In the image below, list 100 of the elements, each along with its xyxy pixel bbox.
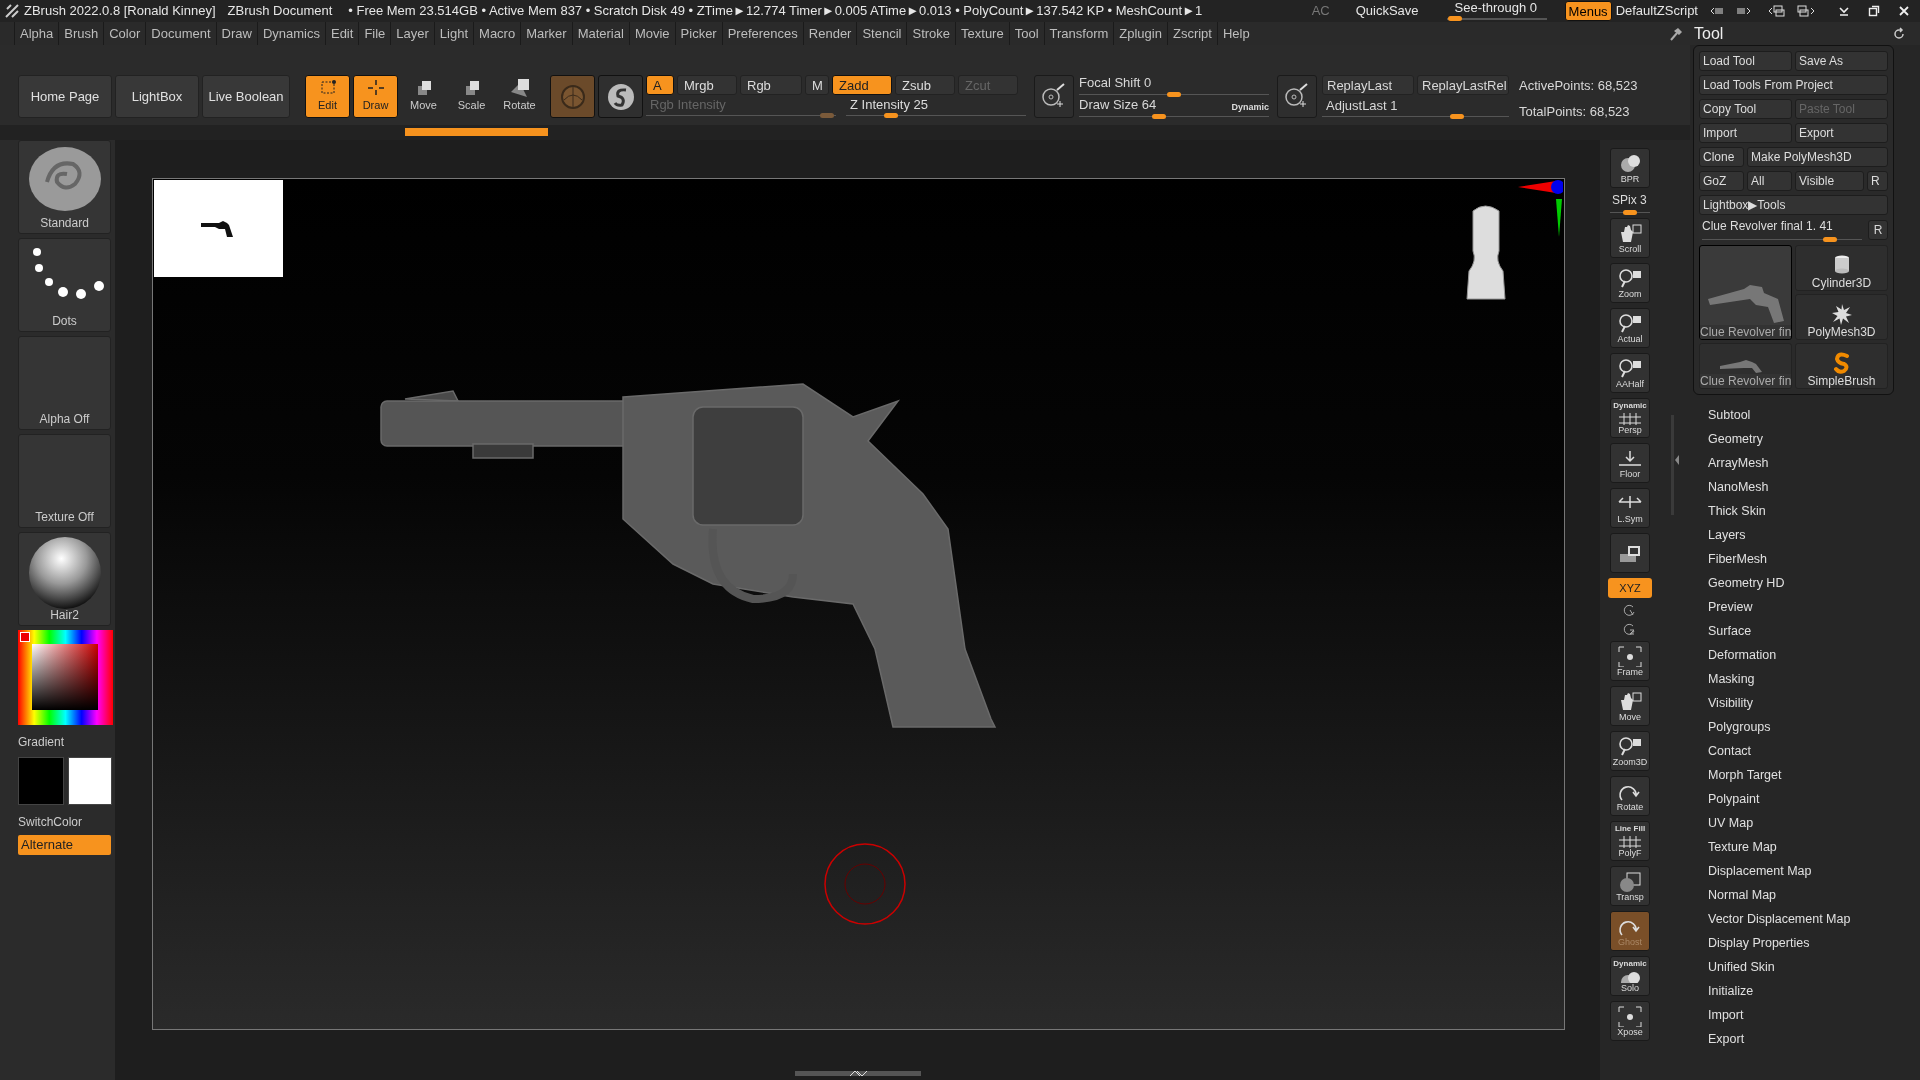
section-header[interactable]: Deformation [1708,643,1920,667]
replay-button[interactable]: ReplayLastRel [1417,75,1509,95]
view-button[interactable]: Zoom [1610,263,1650,303]
view-button[interactable]: Frame [1610,641,1650,681]
toggle-button[interactable]: Zadd [832,75,892,95]
nav-button[interactable]: LightBox [115,75,199,118]
tool-button[interactable]: Save As [1795,51,1888,71]
see-through-slider[interactable]: See-through 0 [1446,1,1547,21]
secondary-color-swatch[interactable] [68,757,112,805]
tool-button[interactable]: Clone [1699,147,1744,167]
section-header[interactable]: Layers [1708,523,1920,547]
toggle-button[interactable]: M [805,75,829,95]
adjust-slider[interactable]: AdjustLast 1 [1322,97,1509,119]
slider-thumb[interactable] [1449,114,1464,119]
view-button[interactable]: L.Sym [1610,488,1650,528]
view-button[interactable]: Move [1610,686,1650,726]
replay-button[interactable]: ReplayLast [1322,75,1414,95]
section-header[interactable]: Import [1708,1003,1920,1027]
slider-thumb[interactable] [1823,237,1837,242]
intensity-slider[interactable]: Z Intensity 25 [846,98,1026,118]
view-button[interactable]: BPR [1610,148,1650,188]
brush-slider[interactable]: Draw Size 64 Dynamic [1079,97,1269,119]
view-button[interactable]: Actual [1610,308,1650,348]
section-header[interactable]: Export [1708,1027,1920,1051]
material-button[interactable] [598,75,643,118]
slider-thumb[interactable] [884,113,898,118]
section-header[interactable]: UV Map [1708,811,1920,835]
tool-button[interactable]: All [1747,171,1792,191]
view-button[interactable]: Line Fill PolyF [1610,821,1650,861]
primary-color-swatch[interactable] [18,757,64,805]
brush-button[interactable] [1034,75,1074,118]
tool-thumbnail[interactable]: SimpleBrush [1795,343,1888,389]
view-button[interactable]: Zoom3D [1610,731,1650,771]
spix-slider[interactable]: SPix 3 [1610,193,1650,213]
section-header[interactable]: Displacement Map [1708,859,1920,883]
tool-thumbnail[interactable]: Cylinder3D [1795,245,1888,291]
section-header[interactable]: Subtool [1708,403,1920,427]
viewport-canvas[interactable] [152,178,1565,1030]
palette-tile[interactable]: Alpha Off [18,336,111,430]
section-header[interactable]: Unified Skin [1708,955,1920,979]
view-button[interactable]: Rotate [1610,776,1650,816]
section-header[interactable]: Visibility [1708,691,1920,715]
section-header[interactable]: Surface [1708,619,1920,643]
tool-button[interactable]: Load Tool [1699,51,1792,71]
alternate-button[interactable]: Alternate [18,835,111,855]
view-button[interactable]: Dynamic Solo [1610,956,1650,996]
view-button[interactable]: AAHalf [1610,353,1650,393]
subtool-slider[interactable]: Clue Revolver final 1. 41 [1699,219,1865,241]
toggle-button[interactable]: Zsub [895,75,955,95]
tool-button[interactable]: Import [1699,123,1792,143]
menus-button[interactable]: Menus [1564,1,1612,21]
view-button[interactable]: Scroll [1610,218,1650,258]
toggle-button[interactable]: Mrgb [677,75,737,95]
section-header[interactable]: Normal Map [1708,883,1920,907]
section-header[interactable]: NanoMesh [1708,475,1920,499]
toggle-button[interactable]: A [646,75,674,95]
mode-button[interactable]: Draw [353,75,398,118]
tool-button[interactable]: Make PolyMesh3D [1747,147,1888,167]
palette-tile[interactable]: Texture Off [18,434,111,528]
nav-button[interactable]: Home Page [18,75,112,118]
palette-tile[interactable]: Hair2 [18,532,111,626]
mode-button[interactable]: Edit [305,75,350,118]
section-header[interactable]: Initialize [1708,979,1920,1003]
section-header[interactable]: Geometry [1708,427,1920,451]
tool-button[interactable]: Visible [1795,171,1864,191]
slider-thumb[interactable] [1167,92,1181,97]
brush-slider[interactable]: Focal Shift 0 [1079,75,1269,97]
section-header[interactable]: ArrayMesh [1708,451,1920,475]
tool-button[interactable]: GoZ [1699,171,1744,191]
section-header[interactable]: Polypaint [1708,787,1920,811]
tool-button[interactable]: Lightbox▶Tools [1699,195,1888,215]
navigator-thumbnail[interactable] [154,180,283,277]
section-header[interactable]: Morph Target [1708,763,1920,787]
quicksave-button[interactable]: QuickSave [1355,1,1419,21]
section-header[interactable]: Thick Skin [1708,499,1920,523]
tool-thumbnail[interactable]: PolyMesh3D [1795,294,1888,340]
view-button[interactable]: Floor [1610,443,1650,483]
reset-button[interactable]: R [1868,220,1888,240]
brush-button[interactable] [1277,75,1317,118]
mode-button[interactable]: Rotate [497,75,542,118]
nav-button[interactable]: Live Boolean [202,75,290,118]
tool-button[interactable]: Copy Tool [1699,99,1792,119]
xyz-button[interactable]: XYZ [1608,578,1652,598]
view-button[interactable]: Xpose [1610,1001,1650,1041]
tool-thumbnail[interactable]: Clue Revolver fin [1699,245,1792,340]
tool-button[interactable]: Export [1795,123,1888,143]
slider-thumb[interactable] [1151,114,1166,119]
mode-button[interactable]: Scale [449,75,494,118]
view-button[interactable]: Transp [1610,866,1650,906]
section-header[interactable]: FiberMesh [1708,547,1920,571]
slider-thumb[interactable] [1623,210,1637,215]
tool-button[interactable]: R [1867,171,1888,191]
section-header[interactable]: Contact [1708,739,1920,763]
section-header[interactable]: Polygroups [1708,715,1920,739]
tool-button[interactable]: Load Tools From Project [1699,75,1888,95]
tool-thumbnail[interactable]: Clue Revolver fin [1699,343,1792,389]
slider-thumb[interactable] [1447,16,1462,21]
view-button[interactable]: Dynamic Persp [1610,398,1650,438]
section-header[interactable]: Masking [1708,667,1920,691]
view-button[interactable] [1610,533,1650,573]
